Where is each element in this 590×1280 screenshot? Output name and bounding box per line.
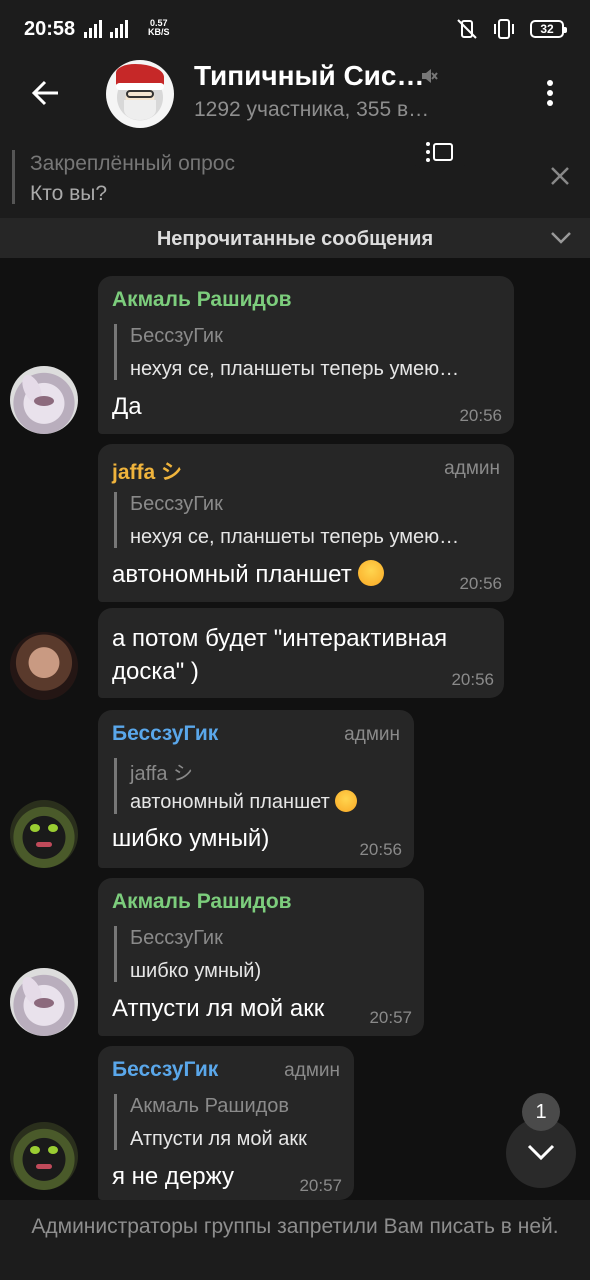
reply-quote-name[interactable]: БессзуГик [130, 927, 223, 950]
message-text: а потом будет "интерактивная доска" ) [112, 625, 448, 685]
network-speed: 0.57 KB/S [148, 18, 170, 37]
pinned-title: Закреплённый опрос [30, 152, 235, 175]
chat-subtitle: 1292 участника, 355 в… [194, 98, 430, 121]
sender-name[interactable]: Акмаль Рашидов [112, 288, 292, 312]
sender-name[interactable]: БессзуГик [112, 722, 218, 746]
chat-header: Типичный Сис… 1292 участника, 355 в… [0, 60, 590, 138]
user-avatar-akmal[interactable] [10, 366, 78, 434]
message-text: Да [112, 393, 142, 420]
reply-quote-bar [114, 324, 117, 380]
sender-name[interactable]: Акмаль Рашидов [112, 890, 292, 914]
chat-title[interactable]: Типичный Сис… [194, 60, 424, 92]
reply-quote-text: автономный планшет [130, 791, 330, 813]
message-bubble[interactable]: Акмаль Рашидов БессзуГик нехуя се, планш… [98, 276, 514, 434]
restricted-text: Администраторы группы запретили Вам писа… [31, 1215, 559, 1238]
reply-quote-text[interactable]: нехуя се, планшеты теперь умею… [130, 526, 459, 549]
reply-quote-name[interactable]: БессзуГик [130, 325, 223, 348]
user-avatar[interactable] [10, 632, 78, 700]
message-time: 20:56 [459, 406, 502, 425]
unread-messages-bar[interactable]: Непрочитанные сообщения [0, 218, 590, 258]
reply-quote-name[interactable]: Акмаль Рашидов [130, 1095, 289, 1118]
pinned-indicator [12, 150, 15, 204]
status-time: 20:58 [24, 18, 76, 40]
back-arrow-icon[interactable] [30, 76, 64, 110]
message-bubble[interactable]: БессзуГик админ Акмаль Рашидов Атпусти л… [98, 1046, 354, 1200]
group-avatar[interactable] [106, 60, 174, 128]
message-time: 20:57 [369, 1008, 412, 1027]
reply-quote-text[interactable]: Атпусти ля мой акк [130, 1128, 307, 1151]
message-bubble[interactable]: а потом будет "интерактивная доска" ) 20… [98, 608, 504, 698]
user-avatar-bessgik[interactable] [10, 800, 78, 868]
reply-quote-name[interactable]: БессзуГик [130, 493, 223, 516]
reply-quote-text[interactable]: шибко умный) [130, 960, 261, 983]
reply-quote-name[interactable]: jaffa シ [130, 757, 193, 786]
laughing-emoji-icon [335, 790, 358, 812]
message-time: 20:56 [451, 670, 494, 689]
signal-icon-2 [110, 20, 128, 38]
close-icon[interactable] [548, 164, 572, 188]
pinned-message[interactable]: Закреплённый опрос Кто вы? [0, 138, 590, 218]
pinned-list-icon[interactable] [424, 140, 454, 164]
message-time: 20:56 [359, 840, 402, 859]
unread-count-badge: 1 [522, 1093, 560, 1131]
status-bar: 20:58 0.57 KB/S 32 [0, 0, 590, 60]
status-right-icons: 32 [456, 18, 567, 40]
pinned-text: Кто вы? [30, 182, 108, 205]
user-avatar-akmal[interactable] [10, 968, 78, 1036]
sender-name[interactable]: БессзуГик [112, 1058, 218, 1082]
message-text: автономный планшет [112, 561, 352, 588]
chevron-down-icon [527, 1144, 555, 1161]
reply-quote-row[interactable]: автономный планшет [130, 790, 358, 814]
admin-badge: админ [344, 724, 400, 745]
admin-badge: админ [444, 458, 500, 479]
vibrate-icon [494, 19, 514, 39]
message-bubble[interactable]: Акмаль Рашидов БессзуГик шибко умный) Ат… [98, 878, 424, 1036]
user-avatar-bessgik[interactable] [10, 1122, 78, 1190]
chevron-down-icon[interactable] [550, 230, 572, 246]
reply-quote-text[interactable]: нехуя се, планшеты теперь умею… [130, 358, 459, 381]
message-time: 20:57 [299, 1176, 342, 1195]
reply-quote-bar [114, 1094, 117, 1150]
signal-icons [84, 20, 128, 38]
message-text-row: автономный планшет [112, 558, 385, 591]
write-restricted-footer: Администраторы группы запретили Вам писа… [0, 1200, 590, 1280]
mute-icon [422, 69, 438, 83]
unread-label: Непрочитанные сообщения [156, 228, 434, 250]
reply-quote-bar [114, 926, 117, 982]
reply-quote-bar [114, 758, 117, 814]
message-bubble[interactable]: БессзуГик админ jaffa シ автономный планш… [98, 710, 414, 868]
admin-badge: админ [284, 1060, 340, 1081]
message-text: Атпусти ля мой акк [112, 995, 325, 1022]
message-time: 20:56 [459, 574, 502, 593]
more-vert-icon[interactable] [540, 76, 560, 110]
signal-icon [84, 20, 102, 38]
message-bubble[interactable]: jaffa シ админ БессзуГик нехуя се, планше… [98, 444, 514, 602]
battery-icon: 32 [530, 20, 567, 38]
vibrate-off-icon [457, 19, 477, 39]
message-text: я не держу [112, 1163, 234, 1190]
message-text: шибко умный) [112, 825, 270, 852]
sender-name[interactable]: jaffa シ [112, 456, 182, 486]
reply-quote-bar [114, 492, 117, 548]
laughing-emoji-icon [358, 560, 385, 586]
